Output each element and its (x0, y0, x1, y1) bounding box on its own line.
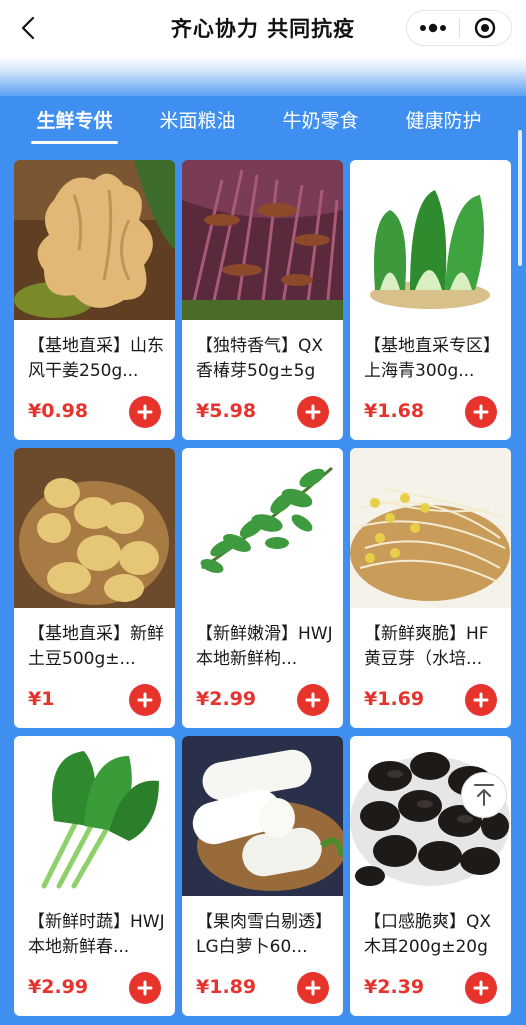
product-image-choy-sum (14, 736, 175, 896)
back-button[interactable] (14, 14, 42, 42)
plus-icon (473, 980, 489, 996)
plus-icon (137, 692, 153, 708)
product-grid: 【基地直采】山东风干姜250g... ¥0.98 【独特香气】QX香椿芽50g±… (14, 160, 511, 1016)
close-button[interactable] (460, 11, 512, 45)
add-to-cart-button[interactable] (297, 684, 329, 716)
product-image-bok-choy (350, 160, 511, 320)
product-name: 【基地直采】山东风干姜250g... (28, 336, 164, 381)
product-card[interactable]: 【果肉雪白剔透】LG白萝卜60... ¥1.89 (182, 736, 343, 1016)
plus-icon (305, 692, 321, 708)
add-to-cart-button[interactable] (129, 972, 161, 1004)
back-to-top-button[interactable] (461, 772, 507, 818)
plus-icon (473, 692, 489, 708)
plus-icon (305, 980, 321, 996)
product-name: 【口感脆爽】QX木耳200g±20g (364, 912, 492, 957)
product-card[interactable]: 【基地直采】山东风干姜250g... ¥0.98 (14, 160, 175, 440)
product-price: ¥1.68 (364, 400, 425, 422)
plus-icon (137, 980, 153, 996)
product-image-ginger (14, 160, 175, 320)
product-price: ¥2.39 (364, 976, 425, 998)
product-card[interactable]: 【基地直采】新鲜土豆500g±... ¥1 (14, 448, 175, 728)
product-card[interactable]: 【基地直采专区】上海青300g... ¥1.68 (350, 160, 511, 440)
product-card[interactable]: 【新鲜嫩滑】HWJ本地新鲜枸... ¥2.99 (182, 448, 343, 728)
product-price: ¥2.99 (28, 976, 89, 998)
tab-milk-snacks[interactable]: 牛奶零食 (259, 96, 382, 150)
product-image-bean-sprouts (350, 448, 511, 608)
product-price: ¥5.98 (196, 400, 257, 422)
navigation-bar: 齐心协力 共同抗疫 (0, 0, 526, 56)
plus-icon (305, 404, 321, 420)
add-to-cart-button[interactable] (297, 396, 329, 428)
product-name: 【新鲜时蔬】HWJ本地新鲜春... (28, 912, 165, 957)
product-card[interactable]: 【独特香气】QX香椿芽50g±5g ¥5.98 (182, 160, 343, 440)
product-image-white-radish (182, 736, 343, 896)
plus-icon (473, 404, 489, 420)
more-button[interactable] (407, 11, 459, 45)
mini-program-capsule (406, 10, 512, 46)
product-name: 【新鲜爽脆】HF黄豆芽（水培... (364, 624, 489, 669)
add-to-cart-button[interactable] (297, 972, 329, 1004)
plus-icon (137, 404, 153, 420)
tab-health[interactable]: 健康防护 (382, 96, 505, 150)
product-price: ¥1 (28, 688, 55, 710)
product-price: ¥1.69 (364, 688, 425, 710)
scrollbar[interactable] (518, 130, 522, 266)
product-name: 【果肉雪白剔透】LG白萝卜60... (196, 912, 332, 957)
tab-grain-oil[interactable]: 米面粮油 (136, 96, 259, 150)
product-image-toon-sprouts (182, 160, 343, 320)
add-to-cart-button[interactable] (129, 396, 161, 428)
target-circle-icon (475, 17, 496, 39)
add-to-cart-button[interactable] (465, 396, 497, 428)
product-name: 【基地直采专区】上海青300g... (364, 336, 500, 381)
product-image-potatoes (14, 448, 175, 608)
category-tabs: 生鲜专供 米面粮油 牛奶零食 健康防护 (0, 96, 526, 150)
arrow-up-icon (474, 784, 494, 806)
add-to-cart-button[interactable] (465, 684, 497, 716)
product-price: ¥0.98 (28, 400, 89, 422)
product-card[interactable]: 【新鲜时蔬】HWJ本地新鲜春... ¥2.99 (14, 736, 175, 1016)
product-price: ¥1.89 (196, 976, 257, 998)
more-dots-icon (419, 23, 446, 33)
product-name: 【新鲜嫩滑】HWJ本地新鲜枸... (196, 624, 333, 669)
product-name: 【基地直采】新鲜土豆500g±... (28, 624, 164, 669)
page-title: 齐心协力 共同抗疫 (170, 17, 356, 41)
add-to-cart-button[interactable] (129, 684, 161, 716)
header-gradient (0, 56, 526, 96)
chevron-left-icon (21, 16, 35, 40)
product-name: 【独特香气】QX香椿芽50g±5g (196, 336, 324, 381)
product-image-goji-leaves (182, 448, 343, 608)
product-price: ¥2.99 (196, 688, 257, 710)
add-to-cart-button[interactable] (465, 972, 497, 1004)
tab-fresh[interactable]: 生鲜专供 (13, 96, 136, 150)
product-card[interactable]: 【新鲜爽脆】HF黄豆芽（水培... ¥1.69 (350, 448, 511, 728)
